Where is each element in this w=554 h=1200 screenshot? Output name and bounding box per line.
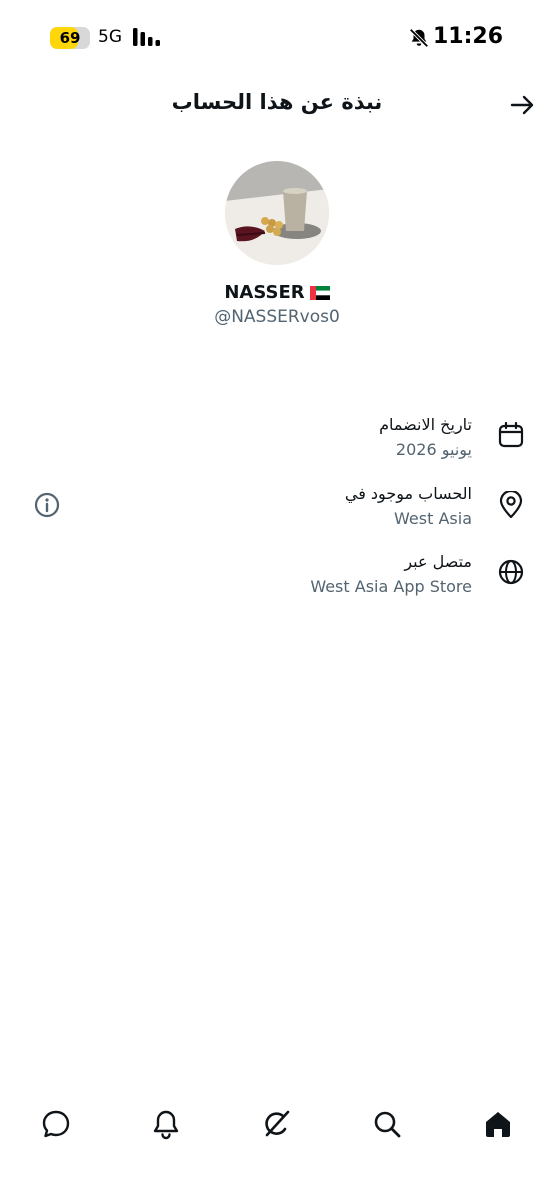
page-title: نبذة عن هذا الحساب: [171, 90, 383, 114]
connected-via-value: West Asia App Store: [310, 577, 472, 596]
connected-via-title: متصل عبر: [404, 552, 472, 571]
avatar[interactable]: [225, 161, 329, 265]
status-time: 11:26: [433, 24, 504, 49]
location-pin-icon: [499, 491, 523, 519]
location-title: الحساب موجود في: [344, 484, 472, 503]
globe-icon: [498, 559, 524, 585]
bell-slash-icon: [409, 28, 429, 48]
status-bar: 69 5G 11:26: [0, 0, 554, 76]
connected-via-row: متصل عبر West Asia App Store: [224, 552, 524, 604]
about-account-screen: 69 5G 11:26 نبذة عن هذا الحساب NASSER @N…: [0, 0, 554, 1200]
battery-level: 69: [59, 29, 81, 47]
joined-value: يونيو 2026: [395, 440, 472, 459]
location-row: الحساب موجود في West Asia: [224, 484, 524, 536]
battery-indicator: 69: [50, 27, 90, 49]
arrow-right-icon[interactable]: [510, 93, 536, 117]
joined-title: تاريخ الانضمام: [379, 415, 472, 434]
grok-icon[interactable]: [261, 1108, 293, 1140]
display-name: NASSER: [0, 282, 554, 303]
calendar-icon: [498, 422, 524, 448]
joined-row: تاريخ الانضمام يونيو 2026: [224, 415, 524, 467]
uae-flag-icon: [309, 286, 330, 300]
info-icon[interactable]: [34, 492, 60, 518]
search-icon[interactable]: [371, 1108, 403, 1140]
display-name-text: NASSER: [224, 282, 305, 303]
avatar-photo: [225, 161, 329, 265]
handle: @NASSERvos0: [214, 307, 340, 327]
home-icon[interactable]: [482, 1108, 514, 1140]
signal-bars-icon: [133, 28, 160, 46]
location-value: West Asia: [394, 509, 472, 528]
bottom-nav: [0, 1098, 554, 1158]
bell-icon[interactable]: [150, 1108, 182, 1140]
chat-icon[interactable]: [40, 1108, 72, 1140]
network-type: 5G: [98, 27, 122, 47]
